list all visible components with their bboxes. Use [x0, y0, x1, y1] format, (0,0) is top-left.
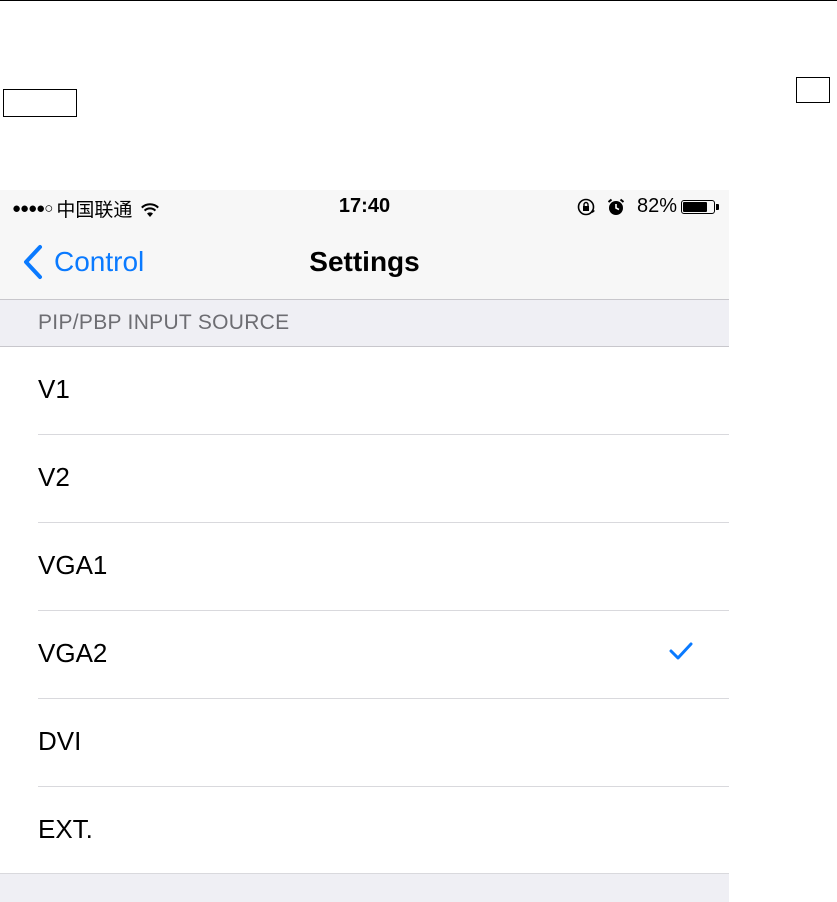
option-label: VGA1 — [38, 550, 108, 580]
status-bar: ●●●●○ 中国联通 17:40 82% — [0, 190, 729, 224]
input-source-list: V1 V2 VGA1 VGA2 DVI EXT. — [0, 347, 729, 875]
list-footer — [0, 873, 729, 902]
page: ●●●●○ 中国联通 17:40 82% Control Settings PI… — [0, 0, 837, 902]
navigation-bar: Control Settings — [0, 224, 729, 300]
option-label: EXT. — [38, 814, 93, 844]
option-label: V2 — [38, 462, 70, 492]
page-title: Settings — [309, 246, 420, 277]
battery-icon — [681, 199, 715, 214]
section-header-label: PIP/PBP INPUT SOURCE — [38, 311, 290, 334]
status-right: 82% — [577, 195, 719, 218]
alarm-icon — [607, 198, 625, 216]
option-label: VGA2 — [38, 638, 108, 668]
option-row-v1[interactable]: V1 — [0, 347, 729, 435]
option-label: V1 — [38, 374, 70, 404]
battery-fill — [683, 201, 708, 212]
option-row-dvi[interactable]: DVI — [0, 699, 729, 787]
battery-percent: 82% — [636, 195, 677, 217]
empty-box — [796, 77, 830, 103]
option-label: DVI — [38, 726, 82, 756]
option-row-vga2[interactable]: VGA2 — [0, 611, 729, 699]
rotation-lock-icon — [577, 198, 596, 216]
option-row-vga1[interactable]: VGA1 — [0, 523, 729, 611]
top-divider — [0, 0, 837, 1]
option-row-v2[interactable]: V2 — [0, 435, 729, 523]
empty-box — [3, 89, 77, 117]
checkmark-icon — [669, 642, 693, 660]
phone-screenshot: ●●●●○ 中国联通 17:40 82% Control Settings PI… — [0, 190, 729, 902]
battery-nub — [716, 203, 719, 210]
option-row-ext[interactable]: EXT. — [0, 787, 729, 875]
section-header: PIP/PBP INPUT SOURCE — [0, 300, 729, 347]
